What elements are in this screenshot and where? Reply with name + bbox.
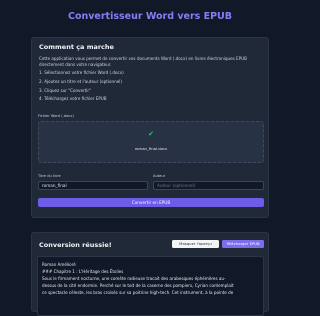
howto-intro: Cette application vous permet de convert…	[39, 56, 247, 67]
author-label: Auteur	[153, 174, 166, 178]
step-item: 4. Téléchargez votre fichier EPUB	[39, 96, 107, 102]
author-input[interactable]	[153, 181, 264, 190]
page-title: Convertisseur Word vers EPUB	[67, 11, 233, 22]
step-item: 1. Sélectionnez votre fichier Word (.doc…	[39, 70, 124, 75]
title-label: Titre du livre	[38, 174, 61, 178]
converter-card: Comment ça marche Cette application vous…	[31, 37, 269, 218]
howto-steps: 1. Sélectionnez votre fichier Word (.doc…	[39, 70, 124, 105]
download-epub-button[interactable]: Télécharger EPUB	[222, 240, 264, 248]
file-dropzone[interactable]: ✔ roman_final.docx	[38, 121, 264, 163]
step-item: 2. Ajoutez un titre et l'auteur (optionn…	[39, 78, 122, 84]
check-icon: ✔	[148, 130, 154, 138]
preview-line: ### Chapitre 1 : L'Héritage des Étoiles	[42, 269, 124, 274]
epub-preview[interactable]: Roman Amélioré ### Chapitre 1 : L'Hérita…	[37, 256, 264, 316]
result-heading: Conversion réussie!	[39, 241, 112, 249]
preview-line: ce spectacle céleste, les bras croisés s…	[42, 290, 234, 295]
preview-line: Roman Amélioré	[42, 262, 76, 267]
convert-button[interactable]: Convertir en EPUB	[38, 198, 264, 207]
hide-preview-button[interactable]: Masquer l'aperçu	[172, 240, 219, 248]
step-item: 3. Cliquez sur "Convertir"	[39, 87, 91, 93]
preview-line: dessus de la cité endormie. Perché sur l…	[42, 283, 234, 288]
howto-heading: Comment ça marche	[39, 43, 114, 51]
preview-line: Sous le firmament nocturne, une comète r…	[42, 276, 226, 281]
file-label: Fichier Word (.docx)	[38, 114, 74, 118]
title-input[interactable]	[38, 181, 148, 190]
result-card: Conversion réussie! Masquer l'aperçu Tél…	[31, 232, 269, 316]
selected-file-name: roman_final.docx	[134, 146, 168, 151]
